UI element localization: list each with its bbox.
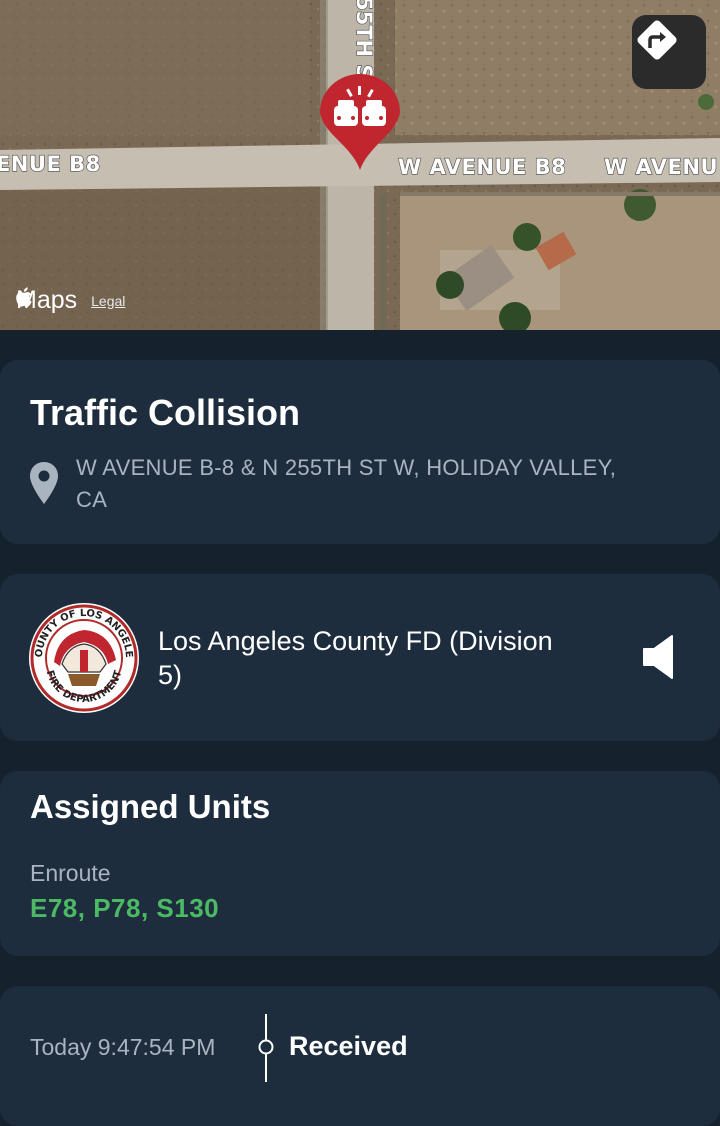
incident-map[interactable]: ENUE B8 W AVENUE B8 W AVENU 55TH S Maps … — [0, 0, 720, 330]
road-label-left: ENUE B8 — [0, 151, 101, 176]
legal-link[interactable]: Legal — [91, 293, 125, 309]
agency-name: Los Angeles County FD (Division 5) — [158, 626, 553, 690]
units-list: E78, P78, S130 — [30, 893, 220, 923]
units-status: Enroute — [30, 860, 111, 886]
fire-department-logo: COUNTY OF LOS ANGELES FIRE DEPARTMENT — [24, 594, 140, 719]
timeline-time: Today 9:47:54 PM — [30, 1034, 216, 1060]
road-label-center: W AVENUE B8 — [397, 154, 567, 179]
timeline-event: Received — [289, 1031, 408, 1061]
incident-location[interactable]: W AVENUE B-8 & N 255TH ST W, HOLIDAY VAL… — [76, 452, 636, 516]
incident-title: Traffic Collision — [30, 392, 301, 433]
apple-icon — [16, 287, 32, 307]
road-label-vertical: 55TH S — [351, 0, 376, 80]
location-pin-icon — [28, 460, 60, 511]
road-label-right: W AVENU — [603, 154, 719, 179]
timeline-node-icon — [256, 1014, 276, 1087]
speaker-icon[interactable] — [640, 634, 678, 685]
directions-button[interactable] — [632, 15, 706, 89]
assigned-units-title: Assigned Units — [30, 788, 271, 825]
maps-brand: Maps — [16, 286, 77, 315]
directions-icon — [637, 20, 677, 60]
maps-attribution: Maps Legal — [16, 286, 125, 315]
